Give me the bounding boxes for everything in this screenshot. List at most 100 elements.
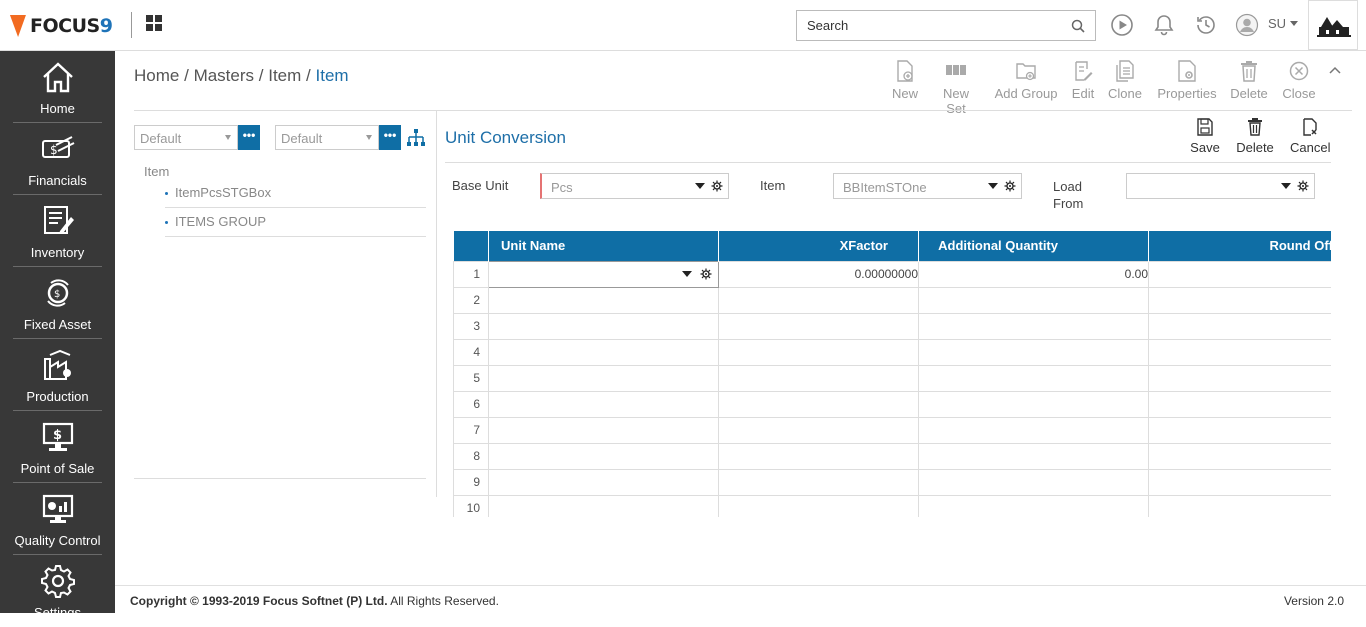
play-icon[interactable] [1110, 13, 1134, 37]
column-header-round-off[interactable]: Round Off [1148, 231, 1331, 261]
sidebar-item-fixed-asset[interactable]: $ Fixed Asset [13, 267, 102, 339]
tree-filter-options-button-2[interactable]: ••• [379, 125, 401, 150]
breadcrumb-home[interactable]: Home [134, 66, 179, 85]
round-off-cell[interactable] [1148, 338, 1331, 366]
sidebar-item-inventory[interactable]: Inventory [13, 195, 102, 267]
tree-node[interactable]: ITEMS GROUP [165, 208, 426, 237]
additional-quantity-cell[interactable] [918, 494, 1149, 517]
company-logo[interactable] [1308, 0, 1358, 50]
round-off-cell[interactable] [1148, 260, 1331, 288]
round-off-cell[interactable] [1148, 364, 1331, 392]
edit-button[interactable]: Edit [1070, 60, 1096, 101]
search-input[interactable] [797, 11, 1057, 40]
breadcrumb-item[interactable]: Item [268, 66, 301, 85]
item-select[interactable]: BBItemSTOne [833, 173, 1022, 199]
tree-root[interactable]: Item [144, 164, 169, 179]
column-header-unit-name[interactable]: Unit Name [488, 231, 719, 261]
column-header-xfactor[interactable]: XFactor [718, 231, 919, 261]
load-from-select[interactable] [1126, 173, 1315, 199]
additional-quantity-cell[interactable] [918, 312, 1149, 340]
additional-quantity-cell[interactable] [918, 416, 1149, 444]
xfactor-cell[interactable] [718, 312, 919, 340]
round-off-cell[interactable] [1148, 286, 1331, 314]
round-off-cell[interactable] [1148, 312, 1331, 340]
xfactor-cell[interactable] [718, 364, 919, 392]
unit-name-cell[interactable] [488, 286, 719, 314]
unit-name-cell[interactable] [488, 364, 719, 392]
history-icon[interactable] [1194, 13, 1218, 37]
table-row[interactable]: 2 [453, 286, 1331, 314]
unit-name-cell[interactable] [488, 494, 719, 517]
additional-quantity-cell[interactable] [918, 364, 1149, 392]
breadcrumb-masters[interactable]: Masters [194, 66, 254, 85]
gear-icon[interactable] [1004, 180, 1016, 192]
unit-name-cell[interactable] [488, 260, 719, 288]
avatar-icon[interactable] [1235, 13, 1259, 37]
unit-name-cell[interactable] [488, 312, 719, 340]
round-off-cell[interactable] [1148, 416, 1331, 444]
xfactor-cell[interactable]: 0.00000000 [718, 260, 919, 288]
user-name[interactable]: SU [1268, 16, 1286, 31]
xfactor-cell[interactable] [718, 390, 919, 418]
sidebar-item-home[interactable]: Home [13, 51, 102, 123]
round-off-cell[interactable] [1148, 468, 1331, 496]
table-row[interactable]: 6 [453, 390, 1331, 418]
table-row[interactable]: 10 [453, 494, 1331, 517]
tree-filter-select-1[interactable]: Default [134, 125, 238, 150]
xfactor-cell[interactable] [718, 468, 919, 496]
round-off-cell[interactable] [1148, 390, 1331, 418]
bell-icon[interactable] [1152, 13, 1176, 37]
unit-name-cell[interactable] [488, 468, 719, 496]
gear-icon[interactable] [700, 268, 712, 280]
focus9-logo[interactable]: FOCUS9 [6, 12, 118, 42]
new-button[interactable]: New [892, 60, 918, 101]
table-row[interactable]: 7 [453, 416, 1331, 444]
table-row[interactable]: 9 [453, 468, 1331, 496]
sidebar-item-point-of-sale[interactable]: $ Point of Sale [13, 411, 102, 483]
round-off-cell[interactable] [1148, 494, 1331, 517]
chevron-up-icon[interactable] [1329, 66, 1341, 76]
unit-name-select[interactable] [489, 262, 718, 286]
unit-name-cell[interactable] [488, 338, 719, 366]
additional-quantity-cell[interactable]: 0.00 [918, 260, 1149, 288]
unit-name-cell[interactable] [488, 442, 719, 470]
additional-quantity-cell[interactable] [918, 468, 1149, 496]
table-row[interactable]: 4 [453, 338, 1331, 366]
search-box[interactable] [796, 10, 1096, 41]
hierarchy-icon[interactable] [407, 129, 425, 147]
xfactor-cell[interactable] [718, 338, 919, 366]
delete-button[interactable]: Delete [1230, 60, 1268, 101]
clone-button[interactable]: Clone [1108, 60, 1142, 101]
sidebar-item-quality-control[interactable]: Quality Control [13, 483, 102, 555]
xfactor-cell[interactable] [718, 286, 919, 314]
gear-icon[interactable] [1297, 180, 1309, 192]
additional-quantity-cell[interactable] [918, 390, 1149, 418]
close-button[interactable]: Close [1282, 60, 1316, 101]
add-group-button[interactable]: Add Group [994, 60, 1058, 101]
sidebar-item-settings[interactable]: Settings [13, 555, 102, 627]
user-menu-chevron-icon[interactable] [1290, 21, 1298, 26]
tree-node[interactable]: ItemPcsSTGBox [165, 179, 426, 208]
save-button[interactable]: Save [1190, 118, 1220, 155]
delete-button[interactable]: Delete [1236, 118, 1274, 155]
round-off-cell[interactable] [1148, 442, 1331, 470]
tree-filter-options-button-1[interactable]: ••• [238, 125, 260, 150]
table-row[interactable]: 8 [453, 442, 1331, 470]
sidebar-item-financials[interactable]: $ Financials [13, 123, 102, 195]
table-row[interactable]: 1 0.00000000 0.00 [453, 260, 1331, 288]
properties-button[interactable]: Properties [1156, 60, 1218, 101]
column-header-additional-quantity[interactable]: Additional Quantity [918, 231, 1149, 261]
gear-icon[interactable] [711, 180, 723, 192]
xfactor-cell[interactable] [718, 494, 919, 517]
unit-name-cell[interactable] [488, 390, 719, 418]
table-row[interactable]: 3 [453, 312, 1331, 340]
table-row[interactable]: 5 [453, 364, 1331, 392]
xfactor-cell[interactable] [718, 442, 919, 470]
new-set-button[interactable]: New Set [932, 60, 980, 116]
additional-quantity-cell[interactable] [918, 286, 1149, 314]
additional-quantity-cell[interactable] [918, 442, 1149, 470]
xfactor-cell[interactable] [718, 416, 919, 444]
cancel-button[interactable]: Cancel [1290, 118, 1330, 155]
apps-grid-icon[interactable] [146, 15, 162, 31]
search-icon[interactable] [1071, 19, 1085, 33]
